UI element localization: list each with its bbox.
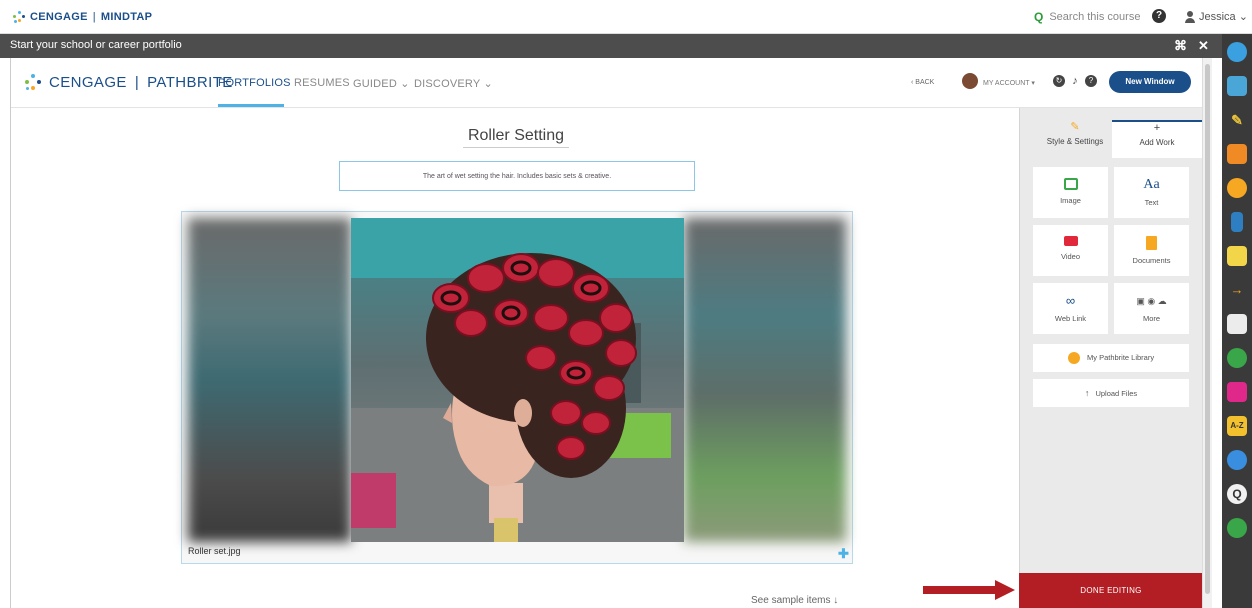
avatar[interactable] bbox=[962, 73, 978, 89]
card-label: Documents bbox=[1132, 256, 1171, 265]
roller-set-photo bbox=[351, 218, 684, 542]
nav-discovery[interactable]: DISCOVERY ⌄ bbox=[414, 77, 493, 90]
glossary-icon[interactable]: A-Z bbox=[1227, 416, 1247, 436]
user-name: Jessica bbox=[1199, 10, 1236, 23]
help-icon[interactable]: ? bbox=[1085, 75, 1097, 87]
mindtap-topbar: CENGAGE | MINDTAP Q Search this course ?… bbox=[0, 0, 1252, 34]
search-placeholder: Search this course bbox=[1049, 11, 1141, 23]
cengage-logo-icon bbox=[12, 10, 26, 24]
expand-icon[interactable]: ⌘ bbox=[1174, 38, 1187, 54]
course-search[interactable]: Q Search this course bbox=[1034, 10, 1140, 24]
tab-style-settings[interactable]: ✎ Style & Settings bbox=[1030, 120, 1120, 158]
pathbrite-nav: CENGAGE | PATHBRITE PORTFOLIOS RESUMES G… bbox=[11, 58, 1203, 108]
card-label: Text bbox=[1144, 198, 1159, 207]
link-icon: ∞ bbox=[1065, 293, 1076, 308]
plus-icon: + bbox=[1153, 122, 1161, 134]
my-account-menu[interactable]: MY ACCOUNT ▾ bbox=[983, 79, 1035, 87]
image-item[interactable]: Roller set.jpg ✚ bbox=[181, 211, 853, 564]
studyhub-icon[interactable] bbox=[1227, 348, 1247, 368]
progress-icon[interactable] bbox=[1227, 450, 1247, 470]
pathbrite-icon bbox=[1067, 352, 1080, 365]
new-window-button[interactable]: New Window bbox=[1109, 71, 1191, 93]
briefcase-icon[interactable] bbox=[1227, 76, 1247, 96]
logo-separator: | bbox=[134, 73, 140, 91]
card-label: Web Link bbox=[1054, 314, 1087, 323]
mindtap-app-dock: ✎ → A-Z Q bbox=[1222, 34, 1252, 608]
mindtap-logo[interactable]: CENGAGE | MINDTAP bbox=[12, 10, 152, 24]
nav-resumes[interactable]: RESUMES bbox=[294, 77, 350, 89]
pencil-icon: ✎ bbox=[1070, 121, 1080, 133]
presentation-icon[interactable] bbox=[1227, 382, 1247, 402]
description-field[interactable]: The art of wet setting the hair. Include… bbox=[339, 161, 695, 191]
quiz-icon[interactable]: Q bbox=[1227, 484, 1247, 504]
app-root: CENGAGE | MINDTAP Q Search this course ?… bbox=[0, 0, 1252, 608]
window-title: Start your school or career portfolio bbox=[10, 39, 182, 51]
chevron-down-icon: ⌄ bbox=[1238, 11, 1248, 23]
chat-icon[interactable] bbox=[1227, 314, 1247, 334]
title-underline bbox=[463, 147, 569, 148]
blurred-background-left bbox=[188, 218, 351, 542]
done-editing-button[interactable]: DONE EDITING bbox=[1019, 573, 1203, 608]
mindtap-app-icon[interactable] bbox=[1227, 42, 1247, 62]
page-title[interactable]: Roller Setting bbox=[441, 127, 591, 145]
card-label: More bbox=[1142, 314, 1161, 323]
user-menu[interactable]: Jessica ⌄ bbox=[1185, 10, 1248, 23]
cengage-logo-icon bbox=[23, 72, 43, 92]
tab-label: Style & Settings bbox=[1046, 137, 1104, 146]
logo-separator: | bbox=[92, 11, 96, 23]
add-icon[interactable]: ✚ bbox=[838, 546, 849, 562]
document-icon bbox=[1146, 236, 1157, 250]
add-more-card[interactable]: ▣ ◉ ☁ More bbox=[1114, 283, 1189, 334]
scrollbar-thumb[interactable] bbox=[1205, 64, 1210, 594]
nav-guided[interactable]: GUIDED ⌄ bbox=[353, 77, 410, 90]
upload-label: Upload Files bbox=[1095, 389, 1138, 398]
pathbrite-icon[interactable] bbox=[1227, 178, 1247, 198]
card-label: Video bbox=[1060, 252, 1081, 261]
library-label: My Pathbrite Library bbox=[1086, 353, 1155, 362]
tab-label: Add Work bbox=[1139, 138, 1175, 147]
video-icon bbox=[1063, 236, 1078, 246]
mindtap-product: MINDTAP bbox=[100, 11, 153, 23]
more-icon: ▣ ◉ ☁ bbox=[1136, 296, 1167, 306]
active-tab-indicator bbox=[218, 104, 284, 107]
frame-scrollbar[interactable] bbox=[1202, 58, 1212, 608]
blurred-background-right bbox=[684, 218, 846, 542]
add-video-card[interactable]: Video bbox=[1033, 225, 1108, 276]
pathbrite-frame: CENGAGE | PATHBRITE PORTFOLIOS RESUMES G… bbox=[10, 58, 1212, 608]
image-caption[interactable]: Roller set.jpg bbox=[188, 546, 241, 556]
pathbrite-brand: CENGAGE bbox=[49, 73, 127, 91]
highlighter-icon[interactable]: ✎ bbox=[1227, 110, 1247, 130]
add-web-link-card[interactable]: ∞ Web Link bbox=[1033, 283, 1108, 334]
pathbrite-logo[interactable]: CENGAGE | PATHBRITE bbox=[23, 72, 233, 92]
mindtap-brand: CENGAGE bbox=[30, 11, 88, 23]
upload-files-button[interactable]: ↑ Upload Files bbox=[1033, 379, 1189, 407]
refresh-icon[interactable]: ↻ bbox=[1053, 75, 1065, 87]
edit-panel: ✎ Style & Settings + Add Work Image Aa T… bbox=[1019, 108, 1203, 608]
mannequin-illustration bbox=[351, 218, 684, 542]
see-sample-items-link[interactable]: See sample items ↓ bbox=[751, 595, 838, 606]
text-icon: Aa bbox=[1143, 177, 1160, 192]
flashcards-icon[interactable]: → bbox=[1227, 280, 1247, 300]
arrow-pointer-icon bbox=[923, 580, 1015, 600]
card-label: Image bbox=[1060, 196, 1081, 205]
rss-icon[interactable] bbox=[1227, 144, 1247, 164]
tab-add-work[interactable]: + Add Work bbox=[1112, 120, 1202, 158]
notes-icon[interactable] bbox=[1227, 246, 1247, 266]
back-link[interactable]: ‹ BACK bbox=[911, 79, 934, 86]
add-image-card[interactable]: Image bbox=[1033, 167, 1108, 218]
nav-portfolios[interactable]: PORTFOLIOS bbox=[218, 77, 291, 89]
my-pathbrite-library-button[interactable]: My Pathbrite Library bbox=[1033, 344, 1189, 372]
upload-icon: ↑ bbox=[1084, 388, 1090, 398]
close-icon[interactable]: ✕ bbox=[1198, 38, 1209, 54]
help-icon[interactable]: ? bbox=[1152, 9, 1166, 23]
search-icon: Q bbox=[1034, 10, 1044, 24]
window-titlebar: Start your school or career portfolio ⌘ … bbox=[0, 34, 1222, 58]
bell-icon[interactable]: ♪ bbox=[1069, 75, 1081, 87]
book-icon[interactable] bbox=[1231, 212, 1243, 232]
user-icon bbox=[1185, 10, 1195, 23]
add-text-card[interactable]: Aa Text bbox=[1114, 167, 1189, 218]
add-documents-card[interactable]: Documents bbox=[1114, 225, 1189, 276]
o-app-icon[interactable] bbox=[1227, 518, 1247, 538]
image-icon bbox=[1063, 178, 1078, 190]
